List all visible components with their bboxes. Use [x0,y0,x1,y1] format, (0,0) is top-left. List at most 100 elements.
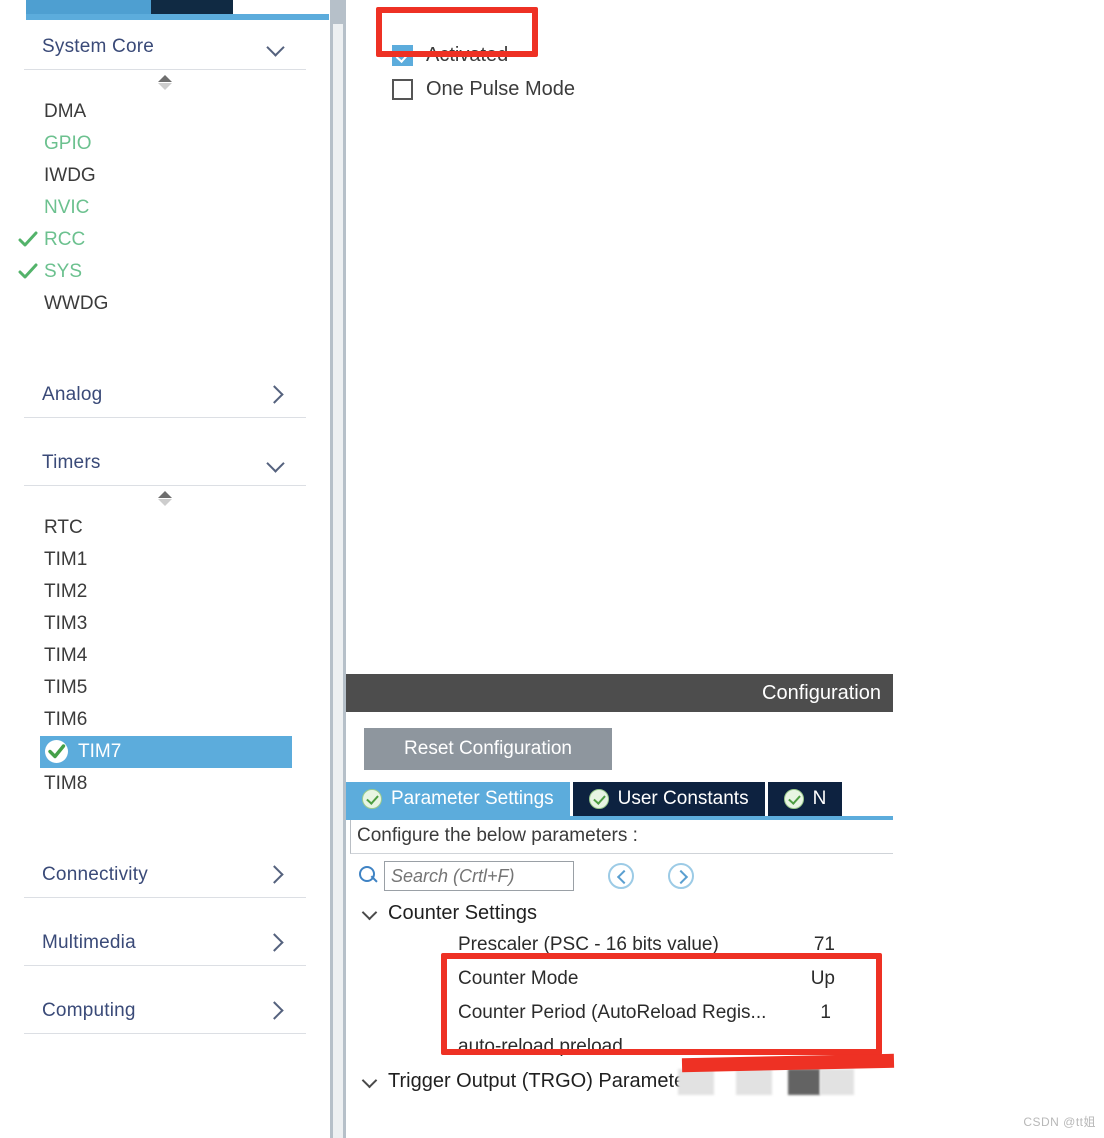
sidebar-item-wwdg[interactable]: WWDG [0,288,330,320]
chevron-right-icon [266,1000,288,1022]
group-label: Trigger Output (TRGO) Parameters [388,1069,702,1092]
sidebar-item-label: TIM6 [44,709,88,730]
tab-label: Parameter Settings [391,788,554,809]
chevron-right-icon [266,932,288,954]
sidebar-section-analog[interactable]: Analog [24,372,306,418]
tab-nvic-settings[interactable]: N [767,782,846,816]
scroll-spinner-system-core[interactable] [0,70,330,94]
param-name: Counter Period (AutoReload Regis... [458,1002,767,1023]
checkbox-row-activated[interactable]: Activated [346,38,893,72]
scroll-spinner-timers[interactable] [0,486,330,510]
check-icon [18,230,38,250]
sidebar-item-tim8[interactable]: TIM8 [0,768,330,800]
param-value[interactable]: 1 [820,1002,893,1024]
sidebar-item-rtc[interactable]: RTC [0,512,330,544]
bottom-blank-strip [346,1113,893,1138]
tab-label: User Constants [617,788,749,809]
sidebar-section-title: Analog [42,383,103,405]
mode-and-configuration-panel: Activated One Pulse Mode Configuration R… [346,24,893,1138]
sidebar-item-iwdg[interactable]: IWDG [0,160,330,192]
check-circle-icon [783,789,804,809]
sidebar-item-label: NVIC [44,197,90,218]
tab-parameter-settings[interactable]: Parameter Settings [346,782,573,816]
param-value[interactable]: 71 [814,934,893,956]
sidebar-item-label: IWDG [44,165,96,186]
redacted-value-blocks [678,1069,878,1095]
param-row-counter-mode[interactable]: Counter Mode Up [346,962,893,996]
sidebar-section-computing[interactable]: Computing [24,988,306,1034]
sidebar-item-nvic[interactable]: NVIC [0,192,330,224]
checkbox-row-one-pulse-mode[interactable]: One Pulse Mode [346,72,893,106]
sidebar-item-tim2[interactable]: TIM2 [0,576,330,608]
reset-button-wrap: Reset Configuration [346,712,893,782]
vertical-rail-top [330,0,346,24]
sidebar-item-tim1[interactable]: TIM1 [0,544,330,576]
configuration-note: Configure the below parameters : [350,820,893,854]
sidebar-item-label: TIM2 [44,581,88,602]
configuration-panel: Configuration Reset Configuration Parame… [346,674,893,1096]
sidebar-items-system-core: DMA GPIO IWDG NVIC RCC SYS WWDG [0,94,330,320]
sidebar-item-label: TIM4 [44,645,88,666]
prev-circle-icon[interactable] [608,863,634,889]
sidebar-item-tim4[interactable]: TIM4 [0,640,330,672]
top-tab-underline [26,14,329,20]
param-value[interactable]: Up [811,968,893,990]
sidebar-item-tim6[interactable]: TIM6 [0,704,330,736]
sidebar-item-tim3[interactable]: TIM3 [0,608,330,640]
configuration-title: Configuration [762,681,881,704]
sidebar-section-title: Multimedia [42,931,136,953]
mode-panel: Activated One Pulse Mode [346,24,893,106]
param-row-counter-period[interactable]: Counter Period (AutoReload Regis... 1 [346,996,893,1030]
sidebar-item-tim5[interactable]: TIM5 [0,672,330,704]
sidebar-item-dma[interactable]: DMA [0,96,330,128]
configuration-body: Reset Configuration Parameter Settings U… [346,712,893,1096]
next-circle-icon[interactable] [668,863,694,889]
sidebar-section-title: Computing [42,999,136,1021]
check-circle-icon [362,789,382,809]
search-icon [356,864,380,888]
sidebar-section-timers[interactable]: Timers [24,440,306,486]
sidebar-items-timers: RTC TIM1 TIM2 TIM3 TIM4 TIM5 TIM6 TIM7 T… [0,510,330,800]
checkbox-one-pulse-mode[interactable] [392,78,413,100]
checkbox-label: One Pulse Mode [426,77,575,100]
sidebar-item-label: WWDG [44,293,109,314]
top-tab-3[interactable] [233,0,329,14]
param-name: Counter Mode [458,968,579,989]
right-blank-area [893,0,1104,1138]
sidebar-item-label: TIM1 [44,549,88,570]
chevron-down-icon [362,1073,378,1089]
top-tab-2[interactable] [151,0,233,15]
sidebar-item-label: SYS [44,261,83,282]
sidebar-item-tim7[interactable]: TIM7 [40,736,292,768]
check-icon [18,262,38,282]
sidebar-item-label: TIM7 [78,741,122,762]
checkbox-activated[interactable] [392,44,413,66]
sidebar-item-label: TIM3 [44,613,88,634]
check-circle-icon [44,739,69,764]
sidebar-item-gpio[interactable]: GPIO [0,128,330,160]
check-circle-icon [588,789,609,809]
tab-label: N [812,788,827,809]
top-tab-1[interactable] [26,0,151,14]
sidebar-item-label: GPIO [44,133,92,154]
group-counter-settings[interactable]: Counter Settings [346,898,893,928]
chevron-down-icon [266,452,288,474]
search-input[interactable] [384,861,574,891]
param-row-prescaler[interactable]: Prescaler (PSC - 16 bits value) 71 [346,928,893,962]
sidebar-section-title: Timers [42,451,101,473]
sidebar-item-sys[interactable]: SYS [0,256,330,288]
tab-user-constants[interactable]: User Constants [572,782,768,816]
sidebar-item-label: TIM5 [44,677,88,698]
sidebar-section-connectivity[interactable]: Connectivity [24,852,306,898]
reset-configuration-button[interactable]: Reset Configuration [364,728,612,770]
sidebar-section-multimedia[interactable]: Multimedia [24,920,306,966]
sidebar-section-system-core[interactable]: System Core [24,24,306,70]
sidebar-item-label: TIM8 [44,773,88,794]
parameter-search-row [346,854,893,898]
watermark: CSDN @tt姐 [1023,1115,1096,1129]
sidebar-item-rcc[interactable]: RCC [0,224,330,256]
panel-divider-track[interactable] [333,24,343,1138]
